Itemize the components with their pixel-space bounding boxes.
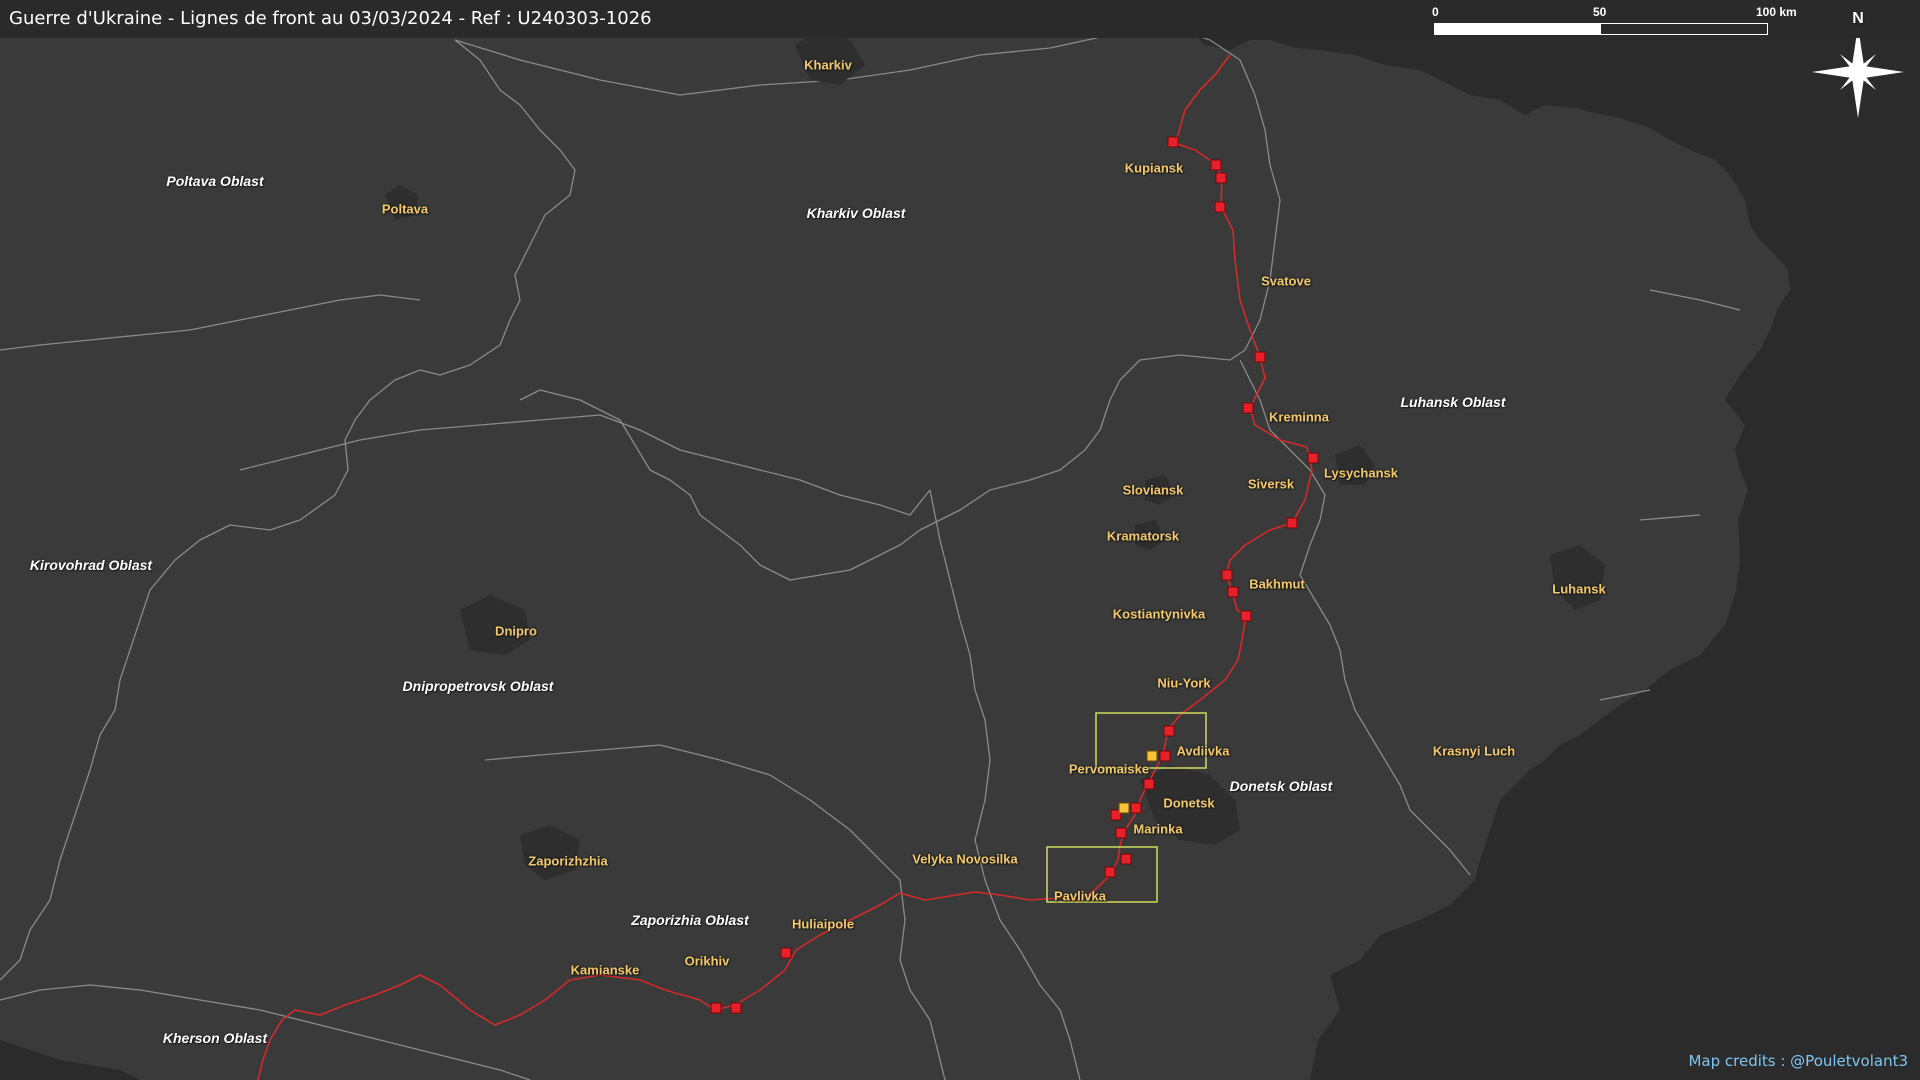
city-label-kharkiv: Kharkiv [804, 57, 852, 73]
square-marker-icon [1227, 586, 1239, 598]
square-marker-icon [1143, 778, 1155, 790]
square-marker-icon [1163, 725, 1175, 737]
oblast-label-luhansk: Luhansk Oblast [1400, 394, 1506, 410]
square-marker-icon [1104, 866, 1116, 878]
square-marker-icon [1115, 827, 1127, 839]
square-marker-icon [1159, 750, 1171, 762]
city-label-kramatorsk: Kramatorsk [1106, 528, 1180, 544]
map-canvas[interactable]: Guerre d'Ukraine - Lignes de front au 03… [0, 0, 1920, 1080]
square-marker-icon [1210, 159, 1222, 171]
city-label-dnipro: Dnipro [495, 623, 537, 639]
map-svg [0, 0, 1920, 1080]
north-label: N [1852, 10, 1864, 27]
map-title: Guerre d'Ukraine - Lignes de front au 03… [9, 8, 652, 29]
city-label-sloviansk: Sloviansk [1122, 482, 1184, 498]
city-label-pervomaiske: Pervomaiske [1068, 761, 1150, 777]
square-marker-icon [1286, 517, 1298, 529]
scale-label-0: 0 [1432, 5, 1439, 19]
square-marker-icon [1240, 610, 1252, 622]
square-marker-icon-yellow [1146, 750, 1158, 762]
city-label-kupiansk: Kupiansk [1124, 160, 1184, 176]
scale-bar-segment-0-50 [1434, 23, 1602, 35]
square-marker-icon [1254, 351, 1266, 363]
city-label-siversk: Siversk [1247, 476, 1295, 492]
oblast-label-poltava: Poltava Oblast [166, 173, 264, 189]
city-label-marinka: Marinka [1133, 821, 1183, 837]
oblast-label-dnipropetrovsk: Dnipropetrovsk Oblast [402, 678, 554, 694]
city-label-orikhiv: Orikhiv [684, 953, 730, 969]
city-label-bakhmut: Bakhmut [1249, 576, 1305, 592]
square-marker-icon [1307, 452, 1319, 464]
square-marker-icon [710, 1002, 722, 1014]
square-marker-icon [1167, 136, 1179, 148]
scale-label-100: 100 km [1756, 5, 1797, 19]
scale-bar [1434, 23, 1768, 35]
square-marker-icon [1120, 853, 1132, 865]
oblast-label-zaporizhia: Zaporizhia Oblast [631, 912, 749, 928]
city-label-poltava: Poltava [381, 201, 429, 217]
square-marker-icon [1214, 201, 1226, 213]
city-label-kreminna: Kreminna [1269, 409, 1329, 425]
square-marker-icon [780, 947, 792, 959]
scale-label-50: 50 [1593, 5, 1607, 19]
city-label-zaporizhzhia: Zaporizhzhia [528, 853, 608, 869]
oblast-label-kherson: Kherson Oblast [162, 1030, 268, 1046]
map-credits[interactable]: Map credits : @Pouletvolant3 [1688, 1052, 1908, 1070]
city-label-pavlivka: Pavlivka [1053, 888, 1107, 904]
oblast-label-kirovohrad: Kirovohrad Oblast [29, 557, 153, 573]
square-marker-icon [1215, 172, 1227, 184]
city-label-kamianske: Kamianske [570, 962, 640, 978]
city-label-luhansk: Luhansk [1552, 581, 1606, 597]
city-label-krasnyi-luch: Krasnyi Luch [1432, 743, 1516, 759]
city-label-huliaipole: Huliaipole [791, 916, 855, 932]
city-label-svatove: Svatove [1261, 273, 1311, 289]
city-label-lysychansk: Lysychansk [1324, 465, 1398, 481]
square-marker-icon [730, 1002, 742, 1014]
square-marker-icon [1221, 569, 1233, 581]
city-label-avdiivka: Avdiivka [1176, 743, 1230, 759]
city-label-velyka-novosilka: Velyka Novosilka [912, 851, 1018, 867]
oblast-label-kharkiv: Kharkiv Oblast [806, 205, 906, 221]
city-label-niu-york: Niu-York [1157, 675, 1211, 691]
city-label-donetsk: Donetsk [1163, 795, 1215, 811]
square-marker-icon [1242, 402, 1254, 414]
square-marker-icon-yellow [1118, 802, 1130, 814]
oblast-label-donetsk: Donetsk Oblast [1229, 778, 1333, 794]
city-label-kostiantynivka: Kostiantynivka [1112, 606, 1206, 622]
square-marker-icon [1130, 802, 1142, 814]
scale-bar-segment-50-100 [1600, 23, 1768, 35]
